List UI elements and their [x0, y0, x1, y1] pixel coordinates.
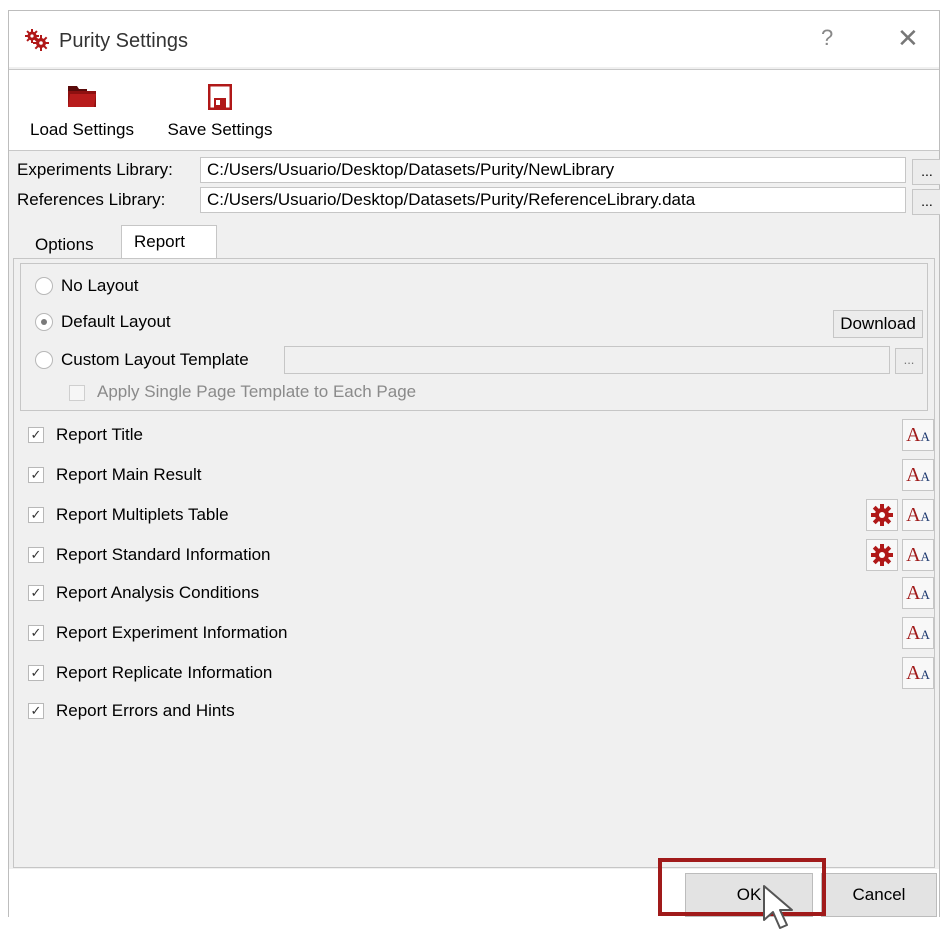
report-option-row: ✓ Report Analysis Conditions AA	[22, 577, 934, 611]
floppy-disk-icon	[208, 84, 232, 110]
purity-settings-dialog: Purity Settings ? ✕ Load Settings Save S…	[8, 10, 940, 917]
close-icon[interactable]: ✕	[897, 23, 919, 54]
font-a-small: A	[920, 627, 930, 642]
report-errors-and-hints-checkbox[interactable]: ✓	[28, 703, 44, 719]
custom-layout-label: Custom Layout Template	[61, 350, 249, 369]
font-a-large: A	[906, 504, 921, 526]
help-icon[interactable]: ?	[821, 25, 833, 51]
font-a-large: A	[906, 662, 921, 684]
font-a-large: A	[906, 544, 921, 566]
report-tab-panel: No Layout Default Layout Download Custom…	[13, 258, 935, 868]
font-a-small: A	[920, 667, 930, 682]
report-option-row: ✓ Report Multiplets Table AA	[22, 499, 934, 533]
report-option-label: Report Analysis Conditions	[56, 583, 260, 602]
report-analysis-conditions-checkbox[interactable]: ✓	[28, 585, 44, 601]
font-a-large: A	[906, 464, 921, 486]
load-settings-button[interactable]: Load Settings	[19, 76, 145, 144]
report-option-row: ✓ Report Main Result AA	[22, 459, 934, 493]
save-settings-button[interactable]: Save Settings	[157, 76, 283, 144]
save-settings-label: Save Settings	[167, 120, 273, 139]
experiments-library-field[interactable]: C:/Users/Usuario/Desktop/Datasets/Purity…	[200, 157, 906, 183]
report-option-label: Report Main Result	[56, 465, 202, 484]
report-experiment-information-checkbox[interactable]: ✓	[28, 625, 44, 641]
tab-options[interactable]: Options	[23, 231, 106, 257]
gear-icon	[871, 544, 893, 566]
font-a-large: A	[906, 424, 921, 446]
report-multiplets-table-checkbox[interactable]: ✓	[28, 507, 44, 523]
cancel-button[interactable]: Cancel	[821, 873, 937, 917]
font-a-small: A	[920, 429, 930, 444]
no-layout-label: No Layout	[61, 276, 139, 295]
report-option-row: ✓ Report Standard Information AA	[22, 539, 934, 573]
font-settings-button[interactable]: AA	[902, 539, 934, 571]
font-settings-button[interactable]: AA	[902, 459, 934, 491]
default-layout-radio[interactable]	[35, 313, 53, 331]
font-a-large: A	[906, 582, 921, 604]
font-settings-button[interactable]: AA	[902, 419, 934, 451]
font-settings-button[interactable]: AA	[902, 657, 934, 689]
tab-report[interactable]: Report	[121, 225, 217, 259]
report-standard-information-checkbox[interactable]: ✓	[28, 547, 44, 563]
report-replicate-information-checkbox[interactable]: ✓	[28, 665, 44, 681]
mouse-pointer-icon	[763, 885, 793, 929]
toolbar: Load Settings Save Settings	[9, 69, 939, 151]
download-button[interactable]: Download	[833, 310, 923, 338]
report-option-label: Report Experiment Information	[56, 623, 288, 642]
report-option-label: Report Replicate Information	[56, 663, 273, 682]
tab-bar: Options Report	[9, 225, 939, 259]
report-option-label: Report Standard Information	[56, 545, 271, 564]
custom-layout-radio[interactable]	[35, 351, 53, 369]
font-a-small: A	[920, 509, 930, 524]
references-browse-button[interactable]: ...	[912, 189, 940, 215]
references-library-label: References Library:	[17, 190, 166, 209]
font-a-large: A	[906, 622, 921, 644]
default-layout-label: Default Layout	[61, 312, 171, 331]
report-title-checkbox[interactable]: ✓	[28, 427, 44, 443]
experiments-library-label: Experiments Library:	[17, 160, 173, 179]
gear-settings-button[interactable]	[866, 499, 898, 531]
font-settings-button[interactable]: AA	[902, 499, 934, 531]
font-a-small: A	[920, 587, 930, 602]
report-option-label: Report Title	[56, 425, 143, 444]
font-settings-button[interactable]: AA	[902, 577, 934, 609]
experiments-browse-button[interactable]: ...	[912, 159, 940, 185]
font-a-small: A	[920, 549, 930, 564]
report-option-row: ✓ Report Title AA	[22, 419, 934, 453]
no-layout-radio[interactable]	[35, 277, 53, 295]
dialog-title: Purity Settings	[59, 30, 188, 52]
report-main-result-checkbox[interactable]: ✓	[28, 467, 44, 483]
libraries-section: Experiments Library: C:/Users/Usuario/De…	[9, 151, 940, 217]
gear-settings-button[interactable]	[866, 539, 898, 571]
report-option-label: Report Multiplets Table	[56, 505, 229, 524]
report-option-row: ✓ Report Replicate Information AA	[22, 657, 934, 691]
gear-icon	[871, 504, 893, 526]
apply-single-page-label: Apply Single Page Template to Each Page	[97, 382, 417, 401]
custom-template-field[interactable]	[284, 346, 890, 374]
gears-icon	[25, 29, 49, 51]
template-browse-button[interactable]: ...	[895, 348, 923, 374]
report-option-row: ✓ Report Errors and Hints	[22, 695, 932, 729]
report-option-label: Report Errors and Hints	[56, 701, 235, 720]
load-settings-label: Load Settings	[30, 120, 134, 139]
font-a-small: A	[920, 469, 930, 484]
title-bar: Purity Settings ? ✕	[9, 11, 939, 67]
font-settings-button[interactable]: AA	[902, 617, 934, 649]
references-library-field[interactable]: C:/Users/Usuario/Desktop/Datasets/Purity…	[200, 187, 906, 213]
layout-group: No Layout Default Layout Download Custom…	[20, 263, 928, 411]
report-option-row: ✓ Report Experiment Information AA	[22, 617, 934, 651]
folder-icon	[68, 86, 96, 107]
apply-single-page-checkbox[interactable]	[69, 385, 85, 401]
